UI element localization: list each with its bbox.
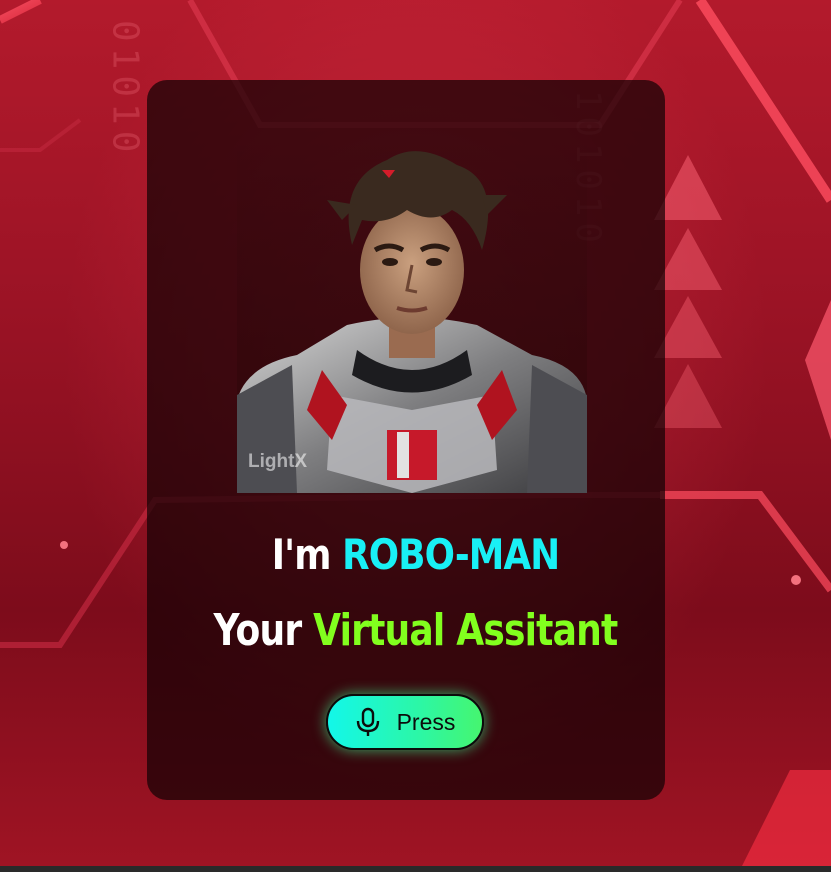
tagline-highlight: Virtual Assitant [313,605,618,656]
portrait-watermark: LightX [248,451,308,472]
robo-man-portrait [237,140,587,493]
greeting-heading: I'm ROBO-MAN [62,530,768,579]
bottom-strip [0,866,831,872]
binary-column-left: 01010 [105,20,146,158]
tagline-heading: Your Virtual Assitant [75,605,756,656]
press-button-label: Press [396,708,456,735]
assistant-name: ROBO-MAN [342,530,560,579]
tagline-prefix: Your [213,605,303,656]
microphone-icon [356,707,379,736]
greeting-prefix: I'm [271,530,332,579]
press-button[interactable]: Press [326,694,484,750]
